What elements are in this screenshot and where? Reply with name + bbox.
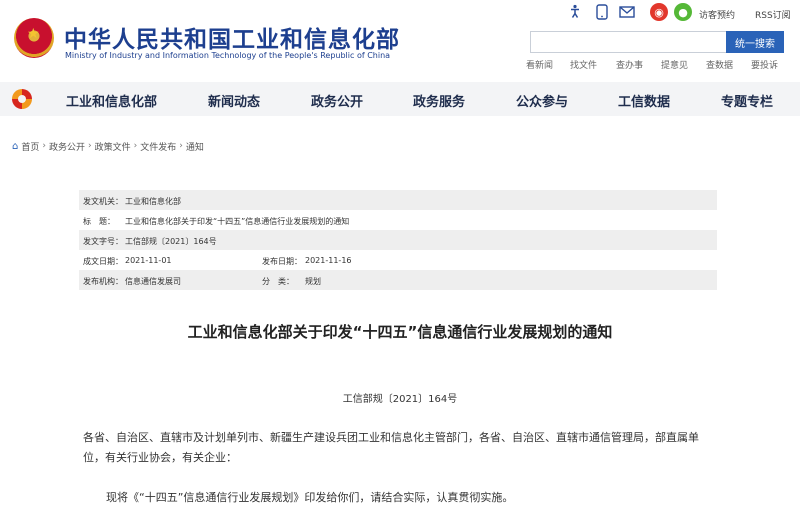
- breadcrumb-separator: ›: [179, 141, 183, 151]
- meta-row-org: 发布机构： 信息通信发展司 分 类： 规划: [79, 270, 717, 290]
- mobile-icon[interactable]: [593, 3, 611, 21]
- site-subtitle: Ministry of Industry and Information Tec…: [65, 51, 391, 60]
- meta-label: 标 题：: [83, 217, 115, 226]
- unified-search-button[interactable]: 统一搜索: [726, 31, 784, 53]
- meta-row-dates: 成文日期： 2021-11-01 发布日期： 2021-11-16: [79, 250, 717, 270]
- site-title[interactable]: 中华人民共和国工业和信息化部: [64, 20, 400, 54]
- wechat-icon[interactable]: ●: [674, 3, 692, 21]
- meta-value: 工信部规〔2021〕164号: [125, 237, 217, 246]
- nav-item-gov-services[interactable]: 政务服务: [413, 91, 465, 110]
- nav-item-data[interactable]: 工信数据: [618, 91, 670, 110]
- meta-value: 2021-11-16: [305, 256, 352, 265]
- meta-row-title: 标 题： 工业和信息化部关于印发“十四五”信息通信行业发展规划的通知: [79, 210, 717, 230]
- quick-link-complaint[interactable]: 要投诉: [751, 58, 778, 71]
- search-input[interactable]: [530, 31, 727, 53]
- accessibility-icon[interactable]: [566, 3, 584, 21]
- meta-row-issuer: 发文机关： 工业和信息化部: [79, 190, 717, 210]
- miit-logo-icon[interactable]: [12, 89, 32, 109]
- meta-value: 工业和信息化部关于印发“十四五”信息通信行业发展规划的通知: [125, 217, 350, 226]
- nav-item-topics[interactable]: 专题专栏: [721, 91, 773, 110]
- meta-label: 发布机构：: [83, 277, 123, 286]
- breadcrumb-separator: ›: [88, 141, 92, 151]
- meta-label: 发文机关：: [83, 197, 123, 206]
- meta-value: 信息通信发展司: [125, 277, 181, 286]
- meta-label: 分 类：: [262, 277, 294, 286]
- visitor-reservation-link[interactable]: 访客预约: [699, 8, 735, 21]
- weibo-icon[interactable]: ◉: [650, 3, 668, 21]
- nav-item-miit[interactable]: 工业和信息化部: [66, 91, 157, 110]
- document-title: 工业和信息化部关于印发“十四五”信息通信行业发展规划的通知: [187, 323, 613, 341]
- quick-links: 看新闻 找文件 查办事 提意见 查数据 要投诉: [526, 58, 788, 72]
- meta-value: 规划: [305, 277, 321, 286]
- nav-item-public-participation[interactable]: 公众参与: [516, 91, 568, 110]
- meta-label: 发文字号：: [83, 237, 123, 246]
- meta-label: 成文日期：: [83, 257, 123, 266]
- breadcrumb-file-release[interactable]: 文件发布: [140, 140, 176, 153]
- breadcrumb-home[interactable]: 首页: [21, 140, 39, 153]
- document-metadata-table: 发文机关： 工业和信息化部 标 题： 工业和信息化部关于印发“十四五”信息通信行…: [79, 190, 717, 290]
- home-icon[interactable]: ⌂: [12, 141, 18, 152]
- national-emblem-icon[interactable]: ★: [14, 18, 54, 58]
- breadcrumb-separator: ›: [42, 141, 46, 151]
- quick-link-data[interactable]: 查数据: [706, 58, 733, 71]
- meta-label: 发布日期：: [262, 257, 302, 266]
- rss-link[interactable]: RSS订阅: [755, 8, 791, 21]
- breadcrumb-separator: ›: [133, 141, 138, 151]
- meta-value: 工业和信息化部: [125, 197, 181, 206]
- quick-link-services[interactable]: 查办事: [616, 58, 643, 71]
- mail-icon[interactable]: [618, 3, 636, 21]
- quick-link-news[interactable]: 看新闻: [526, 58, 553, 71]
- breadcrumb-notice[interactable]: 通知: [186, 140, 204, 153]
- document-number: 工信部规〔2021〕164号: [342, 394, 458, 405]
- quick-link-files[interactable]: 找文件: [570, 58, 597, 71]
- site-header: ★ 中华人民共和国工业和信息化部 Ministry of Industry an…: [0, 0, 800, 80]
- breadcrumb: ⌂ 首页 › 政务公开 › 政策文件 › 文件发布 › 通知: [12, 139, 204, 153]
- meta-value: 2021-11-01: [125, 256, 172, 265]
- quick-link-suggest[interactable]: 提意见: [661, 58, 688, 71]
- meta-row-doc-number: 发文字号： 工信部规〔2021〕164号: [79, 230, 717, 250]
- breadcrumb-gov-affairs[interactable]: 政务公开: [49, 140, 85, 153]
- document-paragraph: 现将《“十四五”信息通信行业发展规划》印发给你们，请结合实际，认真贯彻实施。: [106, 491, 514, 504]
- document-paragraph: 各省、自治区、直辖市及计划单列市、新疆生产建设兵团工业和信息化主管部门，各省、自…: [83, 431, 699, 464]
- nav-item-news[interactable]: 新闻动态: [208, 91, 260, 110]
- nav-item-gov-affairs[interactable]: 政务公开: [311, 91, 363, 110]
- breadcrumb-policy-files[interactable]: 政策文件: [95, 140, 131, 153]
- main-nav: 工业和信息化部 新闻动态 政务公开 政务服务 公众参与 工信数据 专题专栏: [0, 82, 800, 116]
